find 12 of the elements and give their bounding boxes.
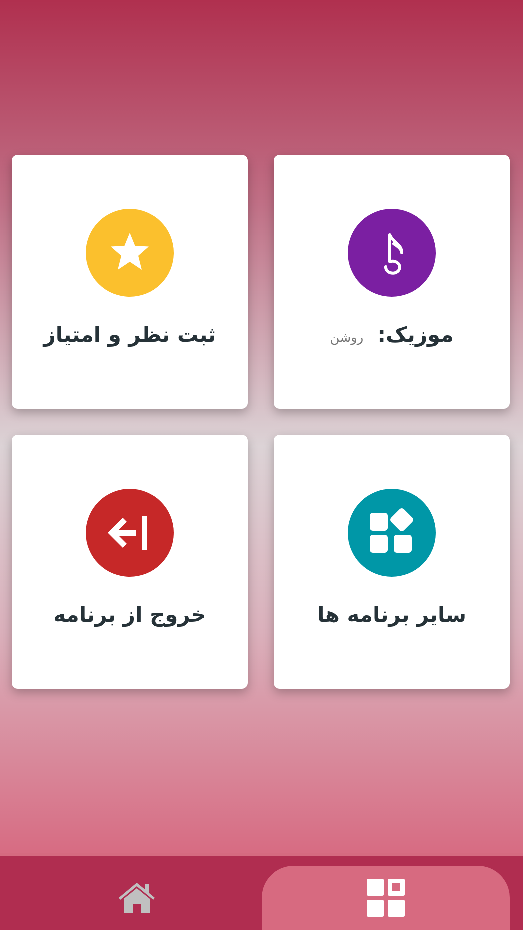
nav-tab[interactable] xyxy=(262,866,510,930)
home-icon xyxy=(118,882,156,914)
grid-icon xyxy=(366,879,405,917)
card-label: سایر برنامه ها xyxy=(318,603,467,627)
card-label: موزیک: xyxy=(378,323,454,347)
menu-card[interactable]: موزیک: روشن xyxy=(274,155,510,409)
menu-card[interactable]: ثبت نظر و امتیاز xyxy=(12,155,248,409)
status-text: روشن xyxy=(330,331,364,346)
card-label: خروج از برنامه xyxy=(54,603,206,627)
card-label: ثبت نظر و امتیاز xyxy=(44,323,216,347)
menu-card[interactable]: خروج از برنامه xyxy=(12,435,248,689)
menu-card[interactable]: سایر برنامه ها xyxy=(274,435,510,689)
